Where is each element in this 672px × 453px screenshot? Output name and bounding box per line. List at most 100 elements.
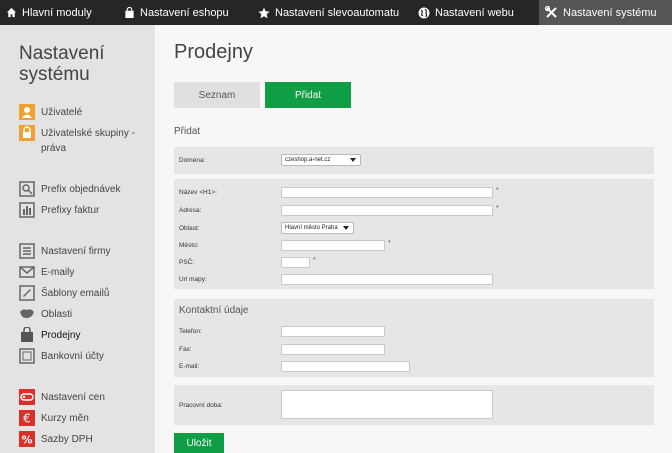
tab-list-button[interactable]: Seznam xyxy=(174,82,260,108)
sidebar-title: Nastavení systému xyxy=(19,43,105,85)
phone-label: Telefon: xyxy=(179,328,202,335)
tools-icon xyxy=(545,6,557,18)
city-label: Město: xyxy=(179,242,199,249)
svg-text:€: € xyxy=(23,412,31,426)
contacts-heading: Kontaktní údaje xyxy=(179,305,249,316)
sidebar-item-email-templates[interactable]: Šablony emailů xyxy=(19,285,149,301)
percent-icon: % xyxy=(19,431,35,447)
chevron-down-icon xyxy=(350,158,356,162)
price-tag-icon xyxy=(19,389,35,405)
fax-label: Fax: xyxy=(179,346,192,353)
sidebar-item-label: Kurzy měn xyxy=(41,413,89,424)
sidebar-item-label: Prefixy faktur xyxy=(41,205,100,216)
name-label: Název <H1>: xyxy=(179,189,217,196)
tab-discount-settings[interactable]: Nastavení slevoautomatu xyxy=(237,0,401,25)
hours-textarea[interactable] xyxy=(281,390,493,419)
template-icon xyxy=(19,285,35,301)
envelope-icon xyxy=(19,264,35,280)
tab-eshop-settings[interactable]: Nastavení eshopu xyxy=(112,0,237,25)
phone-input[interactable] xyxy=(281,326,385,337)
svg-text:%: % xyxy=(21,434,32,447)
tab-label: Nastavení systému xyxy=(563,6,657,19)
sidebar-item-label: Bankovní účty xyxy=(41,351,104,362)
page-title: Prodejny xyxy=(174,41,253,63)
shopping-bag-icon xyxy=(125,6,134,18)
sidebar-item-label: Prodejny xyxy=(41,330,81,341)
fax-input[interactable] xyxy=(281,344,385,355)
sidebar-item-label: E-maily xyxy=(41,267,75,278)
tab-web-settings[interactable]: Nastavení webu xyxy=(401,0,539,25)
region-select[interactable]: Hlavní město Praha xyxy=(281,222,354,234)
sidebar-item-label: Nastavení cen xyxy=(41,392,105,403)
chevron-down-icon xyxy=(343,226,349,230)
bank-icon xyxy=(19,348,35,364)
required-mark: * xyxy=(496,187,499,194)
email-input[interactable] xyxy=(281,361,410,372)
required-mark: * xyxy=(388,240,391,247)
sidebar-item-label: Uživatelské skupiny - práva xyxy=(41,128,135,154)
email-label: E-mail: xyxy=(179,363,200,370)
save-button[interactable]: Uložit xyxy=(174,433,224,453)
domain-select[interactable]: czeshop.a-net.cz xyxy=(281,154,361,166)
map-url-label: Url mapy: xyxy=(179,276,207,283)
list-icon xyxy=(19,243,35,259)
required-mark: * xyxy=(496,205,499,212)
sidebar-item-label: Nastavení firmy xyxy=(41,246,111,257)
bar-chart-icon xyxy=(19,202,35,218)
contacts-panel: Kontaktní údaje Telefon: Fax: E-mail: xyxy=(174,299,654,377)
sidebar-item-user-groups[interactable]: Uživatelské skupiny - práva xyxy=(19,125,149,156)
sidebar-item-label: Prefix objednávek xyxy=(41,184,121,195)
top-navigation-bar: Hlavní moduly Nastavení eshopu Nastavení… xyxy=(0,0,672,25)
tab-label: Nastavení eshopu xyxy=(140,6,229,19)
domain-panel: Doména: czeshop.a-net.cz xyxy=(174,147,654,174)
domain-select-value: czeshop.a-net.cz xyxy=(285,157,331,163)
map-icon xyxy=(19,306,35,322)
store-icon xyxy=(19,327,35,343)
hours-label: Pracovní doba: xyxy=(179,402,223,409)
sidebar-item-company-settings[interactable]: Nastavení firmy xyxy=(19,243,149,259)
settings-search-icon xyxy=(19,181,35,197)
address-label: Adresa: xyxy=(179,207,202,214)
region-label: Oblast: xyxy=(179,225,200,232)
globe-icon xyxy=(418,7,430,18)
tab-label: Hlavní moduly xyxy=(22,6,92,19)
tab-label: Nastavení webu xyxy=(435,6,514,19)
map-url-input[interactable] xyxy=(281,274,493,285)
sidebar-item-label: Oblasti xyxy=(41,309,73,320)
sidebar-item-exchange-rates[interactable]: € Kurzy měn xyxy=(19,410,149,426)
form-heading: Přidat xyxy=(174,126,201,137)
home-icon xyxy=(6,7,17,18)
star-icon xyxy=(258,7,270,18)
main-content: Prodejny Seznam Přidat Přidat Doména: cz… xyxy=(155,25,672,453)
user-icon xyxy=(19,104,35,120)
sidebar-item-label: Šablony emailů xyxy=(41,288,110,299)
tab-add-button[interactable]: Přidat xyxy=(265,82,351,108)
sidebar: Nastavení systému Uživatelé Uživatelské … xyxy=(0,25,155,453)
hours-panel: Pracovní doba: xyxy=(174,385,654,425)
city-input[interactable] xyxy=(281,240,385,251)
domain-label: Doména: xyxy=(179,157,206,164)
zip-input[interactable] xyxy=(281,257,310,268)
sidebar-item-stores[interactable]: Prodejny xyxy=(19,327,149,343)
region-select-value: Hlavní město Praha xyxy=(285,225,338,231)
sidebar-item-order-prefix[interactable]: Prefix objednávek xyxy=(19,181,149,197)
sidebar-item-label: Sazby DPH xyxy=(41,434,93,445)
address-input[interactable] xyxy=(281,205,493,216)
name-input[interactable] xyxy=(281,187,493,198)
euro-icon: € xyxy=(19,410,35,426)
sidebar-item-regions[interactable]: Oblasti xyxy=(19,306,149,322)
lock-icon xyxy=(19,125,35,141)
tab-system-settings[interactable]: Nastavení systému xyxy=(539,0,672,25)
address-panel: Název <H1>: * Adresa: * Oblast: Hlavní m… xyxy=(174,179,654,289)
sidebar-item-invoice-prefixes[interactable]: Prefixy faktur xyxy=(19,202,149,218)
sidebar-item-price-settings[interactable]: Nastavení cen xyxy=(19,389,149,405)
sidebar-item-vat-rates[interactable]: % Sazby DPH xyxy=(19,431,149,447)
sidebar-item-label: Uživatelé xyxy=(41,107,83,118)
sidebar-item-emails[interactable]: E-maily xyxy=(19,264,149,280)
tab-main-modules[interactable]: Hlavní moduly xyxy=(0,0,112,25)
tab-label: Nastavení slevoautomatu xyxy=(275,6,400,19)
sidebar-item-users[interactable]: Uživatelé xyxy=(19,104,149,120)
zip-label: PSČ: xyxy=(179,259,195,266)
required-mark: * xyxy=(313,257,316,264)
sidebar-item-bank-accounts[interactable]: Bankovní účty xyxy=(19,348,149,364)
